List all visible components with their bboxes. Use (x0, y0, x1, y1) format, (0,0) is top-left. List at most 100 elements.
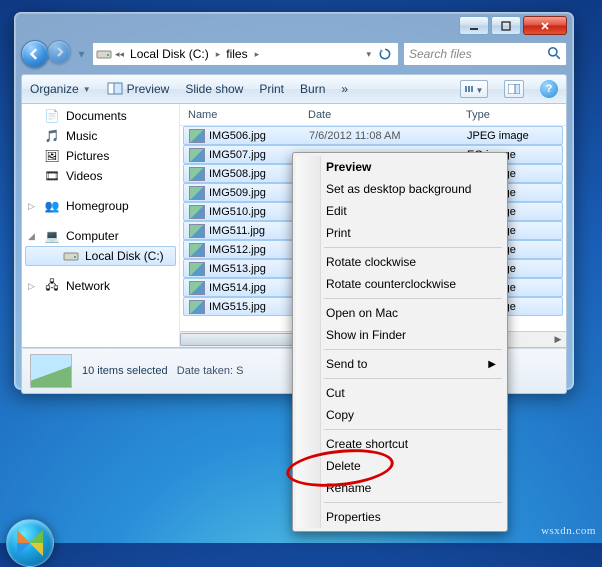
chevron-right-icon[interactable]: ▸ (252, 49, 263, 60)
image-file-icon (189, 224, 205, 238)
nav-buttons (21, 40, 71, 68)
image-file-icon (189, 281, 205, 295)
menu-rotate-counterclockwise[interactable]: Rotate counterclockwise (296, 273, 504, 295)
nav-computer[interactable]: ◢💻Computer (22, 226, 179, 246)
refresh-button[interactable] (375, 47, 395, 61)
file-name: IMG506.jpg (209, 130, 266, 142)
start-button[interactable] (6, 519, 54, 567)
crumb-folder[interactable]: files (223, 43, 251, 65)
date-taken-value: S (236, 365, 243, 377)
image-file-icon (189, 300, 205, 314)
file-name: IMG515.jpg (209, 301, 266, 313)
image-file-icon (189, 262, 205, 276)
navigation-pane: 📄Documents 🎵Music 🖼Pictures 🎞Videos ▷👥Ho… (22, 104, 180, 347)
preview-button[interactable]: Preview (107, 81, 170, 97)
image-file-icon (189, 129, 205, 143)
menu-rotate-clockwise[interactable]: Rotate clockwise (296, 251, 504, 273)
menu-create-shortcut[interactable]: Create shortcut (296, 433, 504, 455)
close-button[interactable] (523, 16, 567, 35)
search-input[interactable]: Search files (403, 42, 567, 66)
search-icon (547, 46, 561, 63)
menu-preview[interactable]: Preview (296, 156, 504, 178)
search-placeholder: Search files (409, 47, 472, 61)
details-text: 10 items selected Date taken: S (82, 365, 243, 377)
expand-icon[interactable]: ▷ (28, 281, 35, 292)
image-file-icon (189, 243, 205, 257)
address-dropdown[interactable]: ▾ (362, 49, 375, 60)
submenu-arrow-icon: ▶ (488, 359, 496, 370)
menu-copy[interactable]: Copy (296, 404, 504, 426)
col-name[interactable]: Name (180, 109, 308, 121)
drive-icon (96, 46, 112, 62)
crumb-folder-label: files (226, 47, 247, 61)
view-button[interactable]: ▼ (460, 80, 488, 98)
print-button[interactable]: Print (259, 82, 284, 96)
file-name: IMG510.jpg (209, 206, 266, 218)
file-name: IMG514.jpg (209, 282, 266, 294)
col-type[interactable]: Type (466, 109, 566, 121)
crumb-drive-label: Local Disk (C:) (130, 47, 209, 61)
menu-properties[interactable]: Properties (296, 506, 504, 528)
window-controls (459, 16, 567, 35)
documents-icon: 📄 (44, 108, 60, 124)
pictures-icon: 🖼 (44, 148, 60, 164)
expand-icon[interactable]: ▷ (28, 201, 35, 212)
history-dropdown[interactable]: ▾ (75, 47, 88, 61)
minimize-button[interactable] (459, 16, 489, 35)
context-menu: Preview Set as desktop background Edit P… (292, 152, 508, 532)
date-taken-label: Date taken: (177, 365, 233, 377)
crumb-drive[interactable]: Local Disk (C:) (127, 43, 213, 65)
file-date: 7/6/2012 11:08 AM (309, 130, 467, 142)
menu-set-desktop-background[interactable]: Set as desktop background (296, 178, 504, 200)
organize-button[interactable]: Organize▼ (30, 82, 91, 96)
menu-separator (324, 502, 502, 503)
menu-open-on-mac[interactable]: Open on Mac (296, 302, 504, 324)
back-button[interactable] (21, 40, 49, 68)
expand-icon[interactable]: ◢ (28, 231, 35, 242)
file-row[interactable]: IMG506.jpg 7/6/2012 11:08 AMJPEG image (183, 126, 563, 145)
help-button[interactable]: ? (540, 80, 558, 98)
homegroup-icon: 👥 (44, 198, 60, 214)
menu-print[interactable]: Print (296, 222, 504, 244)
network-icon: 🖧 (44, 278, 60, 294)
menu-rename[interactable]: Rename (296, 477, 504, 499)
file-name: IMG511.jpg (209, 225, 265, 237)
slideshow-button[interactable]: Slide show (185, 82, 243, 96)
file-name: IMG508.jpg (209, 168, 266, 180)
menu-show-in-finder[interactable]: Show in Finder (296, 324, 504, 346)
menu-send-to[interactable]: Send to▶ (296, 353, 504, 375)
column-headers: Name Date Type (180, 104, 566, 126)
nav-homegroup[interactable]: ▷👥Homegroup (22, 196, 179, 216)
maximize-button[interactable] (491, 16, 521, 35)
nav-videos[interactable]: 🎞Videos (22, 166, 179, 186)
menu-edit[interactable]: Edit (296, 200, 504, 222)
menu-separator (324, 378, 502, 379)
file-type: JPEG image (467, 130, 562, 142)
address-bar[interactable]: ◂◂ Local Disk (C:) ▸ files ▸ ▾ (92, 42, 399, 66)
col-date[interactable]: Date (308, 109, 466, 121)
videos-icon: 🎞 (44, 168, 60, 184)
nav-documents[interactable]: 📄Documents (22, 106, 179, 126)
image-file-icon (189, 148, 205, 162)
menu-delete[interactable]: Delete (296, 455, 504, 477)
overflow-button[interactable]: » (341, 82, 348, 96)
preview-icon (107, 81, 123, 97)
image-file-icon (189, 186, 205, 200)
scroll-right-icon[interactable]: ▶ (550, 332, 566, 347)
forward-button[interactable] (47, 40, 71, 64)
nav-pictures[interactable]: 🖼Pictures (22, 146, 179, 166)
watermark: wsxdn.com (541, 525, 596, 537)
chevron-right-icon[interactable]: ▸ (213, 49, 224, 60)
preview-pane-button[interactable] (504, 80, 524, 98)
menu-cut[interactable]: Cut (296, 382, 504, 404)
menu-separator (324, 247, 502, 248)
nav-local-disk[interactable]: Local Disk (C:) (25, 246, 176, 266)
computer-icon: 💻 (44, 228, 60, 244)
command-bar: Organize▼ Preview Slide show Print Burn … (21, 74, 567, 104)
drive-icon (63, 248, 79, 264)
nav-network[interactable]: ▷🖧Network (22, 276, 179, 296)
image-file-icon (189, 205, 205, 219)
selection-count: 10 items selected (82, 365, 168, 377)
nav-music[interactable]: 🎵Music (22, 126, 179, 146)
burn-button[interactable]: Burn (300, 82, 325, 96)
